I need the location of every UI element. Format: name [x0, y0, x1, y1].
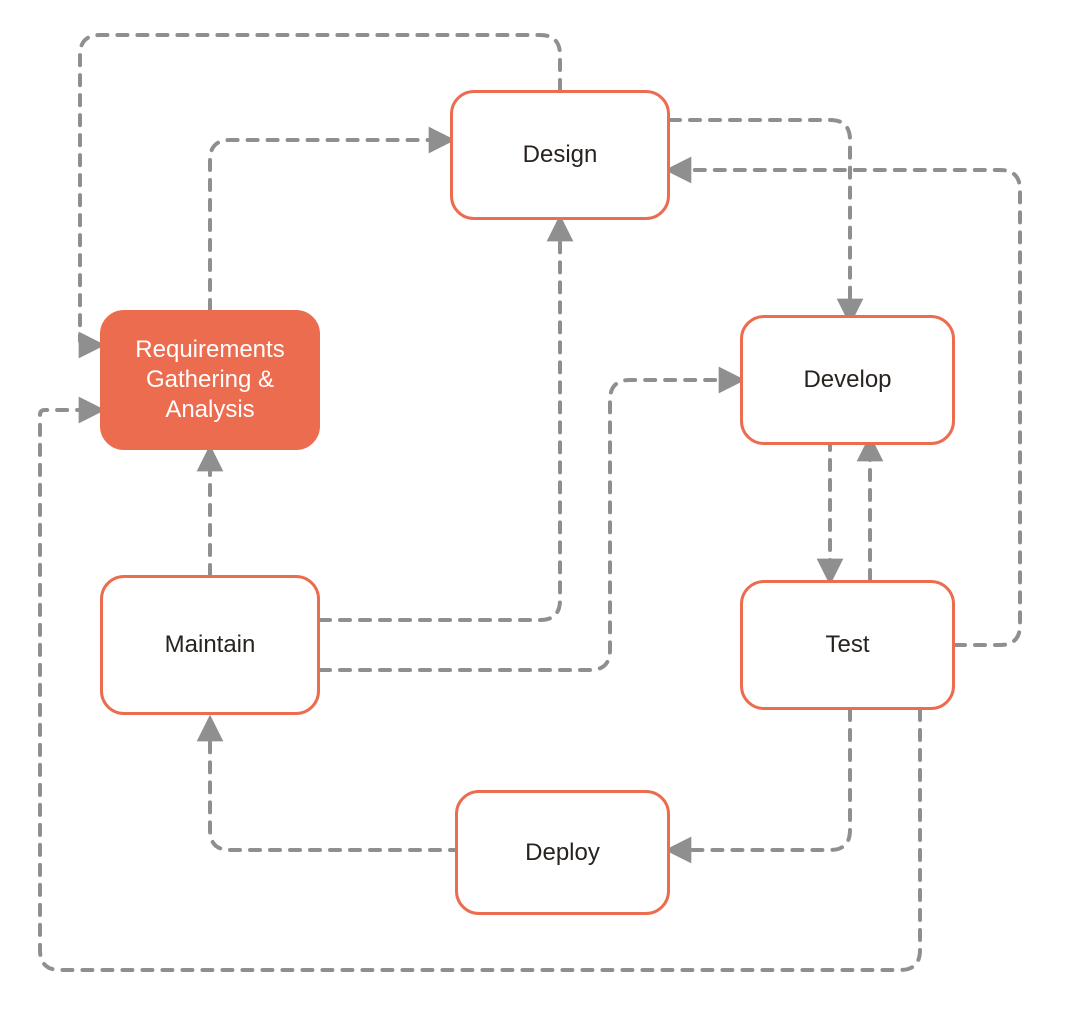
node-test[interactable]: Test [740, 580, 955, 710]
edge-design-to-develop [670, 120, 850, 320]
node-develop[interactable]: Develop [740, 315, 955, 445]
edge-maintain-to-develop [320, 380, 740, 670]
node-deploy[interactable]: Deploy [455, 790, 670, 915]
diagram-canvas: Requirements Gathering & Analysis Design… [0, 0, 1073, 1009]
node-label: Maintain [165, 630, 256, 660]
node-maintain[interactable]: Maintain [100, 575, 320, 715]
edge-req-to-design [210, 140, 450, 310]
edge-maintain-to-design [320, 220, 560, 620]
node-label: Deploy [525, 838, 600, 868]
node-label: Design [523, 140, 598, 170]
node-label: Requirements Gathering & Analysis [135, 335, 284, 425]
edge-deploy-to-maintain [210, 720, 460, 850]
node-label: Develop [803, 365, 891, 395]
node-label: Test [825, 630, 869, 660]
node-design[interactable]: Design [450, 90, 670, 220]
edge-test-to-deploy [670, 710, 850, 850]
node-requirements[interactable]: Requirements Gathering & Analysis [100, 310, 320, 450]
